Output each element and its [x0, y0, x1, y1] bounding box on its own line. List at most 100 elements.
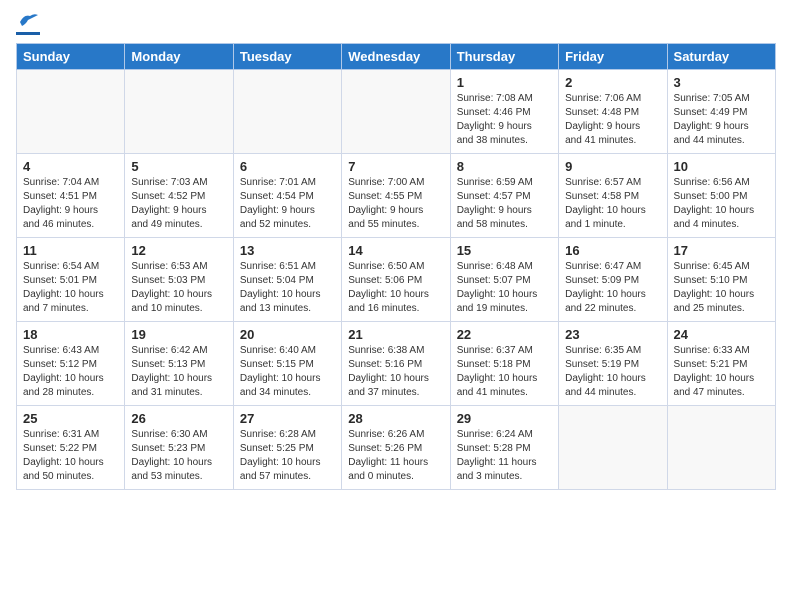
- day-detail: Sunrise: 6:24 AM Sunset: 5:28 PM Dayligh…: [457, 428, 552, 484]
- calendar-cell: 7 Sunrise: 7:00 AM Sunset: 4:55 PM Daylig…: [342, 154, 450, 238]
- calendar-cell: 4Sunrise: 7:04 AM Sunset: 4:51 PM Daylig…: [17, 154, 125, 238]
- day-number: 5: [131, 159, 226, 174]
- day-detail: Sunrise: 7:08 AM Sunset: 4:46 PM Dayligh…: [457, 92, 552, 148]
- day-number: 13: [240, 243, 335, 258]
- calendar-cell: 18 Sunrise: 6:43 AM Sunset: 5:12 PM Dayli…: [17, 322, 125, 406]
- day-number: 15: [457, 243, 552, 258]
- day-detail: Sunrise: 6:53 AM Sunset: 5:03 PM Dayligh…: [131, 260, 226, 316]
- day-number: 19: [131, 327, 226, 342]
- day-number: 20: [240, 327, 335, 342]
- calendar-cell: 23 Sunrise: 6:35 AM Sunset: 5:19 PM Dayli…: [559, 322, 667, 406]
- calendar-cell: 29 Sunrise: 6:24 AM Sunset: 5:28 PM Dayli…: [450, 406, 558, 490]
- calendar-cell: 19 Sunrise: 6:42 AM Sunset: 5:13 PM Dayli…: [125, 322, 233, 406]
- day-detail: Sunrise: 6:30 AM Sunset: 5:23 PM Dayligh…: [131, 428, 226, 484]
- calendar-cell: 14Sunrise: 6:50 AM Sunset: 5:06 PM Dayli…: [342, 238, 450, 322]
- day-detail: Sunrise: 6:48 AM Sunset: 5:07 PM Dayligh…: [457, 260, 552, 316]
- calendar-header-row: SundayMondayTuesdayWednesdayThursdayFrid…: [17, 44, 776, 70]
- weekday-header: Friday: [559, 44, 667, 70]
- calendar-cell: 25Sunrise: 6:31 AM Sunset: 5:22 PM Dayli…: [17, 406, 125, 490]
- day-number: 23: [565, 327, 660, 342]
- weekday-header: Sunday: [17, 44, 125, 70]
- calendar-cell: 15 Sunrise: 6:48 AM Sunset: 5:07 PM Dayli…: [450, 238, 558, 322]
- header: [16, 16, 776, 35]
- day-number: 12: [131, 243, 226, 258]
- day-detail: Sunrise: 6:51 AM Sunset: 5:04 PM Dayligh…: [240, 260, 335, 316]
- day-detail: Sunrise: 6:47 AM Sunset: 5:09 PM Dayligh…: [565, 260, 660, 316]
- day-detail: Sunrise: 6:40 AM Sunset: 5:15 PM Dayligh…: [240, 344, 335, 400]
- calendar-cell: 12 Sunrise: 6:53 AM Sunset: 5:03 PM Dayli…: [125, 238, 233, 322]
- day-detail: Sunrise: 6:37 AM Sunset: 5:18 PM Dayligh…: [457, 344, 552, 400]
- calendar-cell: 8 Sunrise: 6:59 AM Sunset: 4:57 PM Daylig…: [450, 154, 558, 238]
- logo-bird-icon: [18, 12, 40, 30]
- day-number: 28: [348, 411, 443, 426]
- calendar-week-row: 1 Sunrise: 7:08 AM Sunset: 4:46 PM Daylig…: [17, 70, 776, 154]
- day-detail: Sunrise: 6:54 AM Sunset: 5:01 PM Dayligh…: [23, 260, 118, 316]
- day-number: 10: [674, 159, 769, 174]
- calendar-week-row: 11 Sunrise: 6:54 AM Sunset: 5:01 PM Dayli…: [17, 238, 776, 322]
- calendar-cell: 27 Sunrise: 6:28 AM Sunset: 5:25 PM Dayli…: [233, 406, 341, 490]
- calendar-cell: [667, 406, 775, 490]
- day-number: 22: [457, 327, 552, 342]
- weekday-header: Monday: [125, 44, 233, 70]
- day-detail: Sunrise: 6:42 AM Sunset: 5:13 PM Dayligh…: [131, 344, 226, 400]
- day-number: 27: [240, 411, 335, 426]
- logo-underline: [16, 32, 40, 35]
- day-number: 9: [565, 159, 660, 174]
- day-number: 2: [565, 75, 660, 90]
- day-number: 24: [674, 327, 769, 342]
- day-detail: Sunrise: 6:56 AM Sunset: 5:00 PM Dayligh…: [674, 176, 769, 232]
- calendar-cell: 17 Sunrise: 6:45 AM Sunset: 5:10 PM Dayli…: [667, 238, 775, 322]
- calendar-table: SundayMondayTuesdayWednesdayThursdayFrid…: [16, 43, 776, 490]
- day-detail: Sunrise: 6:57 AM Sunset: 4:58 PM Dayligh…: [565, 176, 660, 232]
- day-detail: Sunrise: 6:43 AM Sunset: 5:12 PM Dayligh…: [23, 344, 118, 400]
- day-number: 21: [348, 327, 443, 342]
- day-detail: Sunrise: 6:38 AM Sunset: 5:16 PM Dayligh…: [348, 344, 443, 400]
- day-number: 6: [240, 159, 335, 174]
- weekday-header: Tuesday: [233, 44, 341, 70]
- calendar-cell: [17, 70, 125, 154]
- day-number: 3: [674, 75, 769, 90]
- day-detail: Sunrise: 6:28 AM Sunset: 5:25 PM Dayligh…: [240, 428, 335, 484]
- calendar-week-row: 25Sunrise: 6:31 AM Sunset: 5:22 PM Dayli…: [17, 406, 776, 490]
- calendar-cell: 5 Sunrise: 7:03 AM Sunset: 4:52 PM Daylig…: [125, 154, 233, 238]
- day-detail: Sunrise: 6:50 AM Sunset: 5:06 PM Dayligh…: [348, 260, 443, 316]
- day-detail: Sunrise: 6:35 AM Sunset: 5:19 PM Dayligh…: [565, 344, 660, 400]
- day-number: 1: [457, 75, 552, 90]
- day-detail: Sunrise: 6:45 AM Sunset: 5:10 PM Dayligh…: [674, 260, 769, 316]
- calendar-cell: 1 Sunrise: 7:08 AM Sunset: 4:46 PM Daylig…: [450, 70, 558, 154]
- weekday-header: Saturday: [667, 44, 775, 70]
- day-detail: Sunrise: 7:05 AM Sunset: 4:49 PM Dayligh…: [674, 92, 769, 148]
- day-number: 26: [131, 411, 226, 426]
- day-detail: Sunrise: 7:01 AM Sunset: 4:54 PM Dayligh…: [240, 176, 335, 232]
- calendar-cell: 13 Sunrise: 6:51 AM Sunset: 5:04 PM Dayli…: [233, 238, 341, 322]
- day-detail: Sunrise: 7:06 AM Sunset: 4:48 PM Dayligh…: [565, 92, 660, 148]
- day-detail: Sunrise: 6:31 AM Sunset: 5:22 PM Dayligh…: [23, 428, 118, 484]
- weekday-header: Wednesday: [342, 44, 450, 70]
- day-detail: Sunrise: 6:59 AM Sunset: 4:57 PM Dayligh…: [457, 176, 552, 232]
- calendar-cell: [342, 70, 450, 154]
- day-number: 8: [457, 159, 552, 174]
- calendar-cell: 9 Sunrise: 6:57 AM Sunset: 4:58 PM Daylig…: [559, 154, 667, 238]
- day-number: 17: [674, 243, 769, 258]
- day-number: 11: [23, 243, 118, 258]
- calendar-cell: 6 Sunrise: 7:01 AM Sunset: 4:54 PM Daylig…: [233, 154, 341, 238]
- day-detail: Sunrise: 7:03 AM Sunset: 4:52 PM Dayligh…: [131, 176, 226, 232]
- calendar-cell: 26 Sunrise: 6:30 AM Sunset: 5:23 PM Dayli…: [125, 406, 233, 490]
- calendar-cell: 22 Sunrise: 6:37 AM Sunset: 5:18 PM Dayli…: [450, 322, 558, 406]
- logo: [16, 16, 40, 35]
- calendar-cell: 20 Sunrise: 6:40 AM Sunset: 5:15 PM Dayli…: [233, 322, 341, 406]
- calendar-cell: 3 Sunrise: 7:05 AM Sunset: 4:49 PM Daylig…: [667, 70, 775, 154]
- day-detail: Sunrise: 6:26 AM Sunset: 5:26 PM Dayligh…: [348, 428, 443, 484]
- day-number: 18: [23, 327, 118, 342]
- day-detail: Sunrise: 7:00 AM Sunset: 4:55 PM Dayligh…: [348, 176, 443, 232]
- day-number: 7: [348, 159, 443, 174]
- calendar-cell: 10 Sunrise: 6:56 AM Sunset: 5:00 PM Dayli…: [667, 154, 775, 238]
- day-number: 29: [457, 411, 552, 426]
- calendar-cell: 2 Sunrise: 7:06 AM Sunset: 4:48 PM Daylig…: [559, 70, 667, 154]
- calendar-cell: [125, 70, 233, 154]
- calendar-cell: 24Sunrise: 6:33 AM Sunset: 5:21 PM Dayli…: [667, 322, 775, 406]
- calendar-week-row: 4Sunrise: 7:04 AM Sunset: 4:51 PM Daylig…: [17, 154, 776, 238]
- day-number: 16: [565, 243, 660, 258]
- calendar-cell: [233, 70, 341, 154]
- calendar-cell: 11 Sunrise: 6:54 AM Sunset: 5:01 PM Dayli…: [17, 238, 125, 322]
